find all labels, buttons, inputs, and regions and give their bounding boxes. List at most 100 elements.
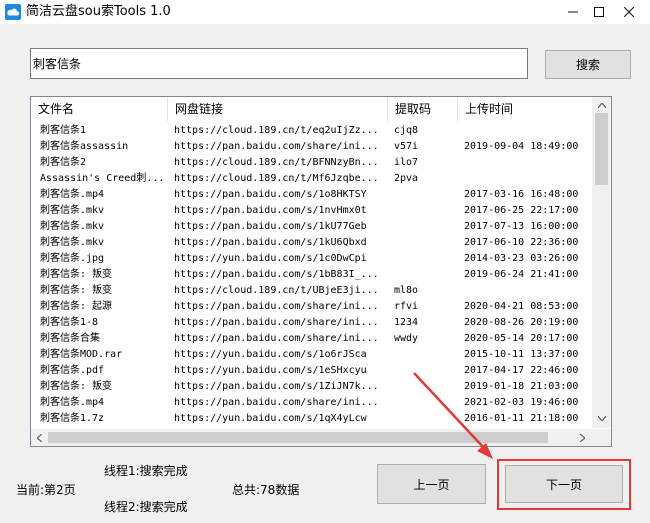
cell-link: https://pan.baidu.com/share/ini... xyxy=(174,317,379,328)
cell-filename: 刺客信条: 起源 xyxy=(40,301,113,312)
column-header-code[interactable]: 提取码 xyxy=(388,97,458,121)
cell-time: 2019-01-18 21:03:00 xyxy=(464,381,579,392)
cell-time: 2017-04-17 22:46:00 xyxy=(464,365,579,376)
table-row[interactable]: 刺客信条1 https://cloud.189.cn/t/eq2uIjZz... c… xyxy=(31,123,592,139)
cell-link: https://pan.baidu.com/s/1kU77Geb xyxy=(174,221,367,232)
vertical-scroll-thumb[interactable] xyxy=(595,113,608,185)
cell-link: https://cloud.189.cn/t/UBjeE3ji... xyxy=(174,285,379,296)
cell-code: ilo7 xyxy=(394,157,419,168)
cell-time: 2015-10-11 13:37:00 xyxy=(464,349,579,360)
cell-filename: 刺客信条1-8 xyxy=(40,317,99,328)
scroll-up-icon[interactable] xyxy=(593,97,610,114)
cell-filename: 刺客信条.mp4 xyxy=(40,397,105,408)
cell-time: 2020-04-21 08:53:00 xyxy=(464,301,579,312)
cell-code xyxy=(388,379,458,395)
cell-time: 2019-09-04 18:49:00 xyxy=(464,141,579,152)
cell-filename: 刺客信条.jpg xyxy=(40,253,105,264)
current-page-label: 当前:第2页 xyxy=(16,483,76,497)
table-row[interactable]: 刺客信条.pdf https://yun.baidu.com/s/1eSHxcyu… xyxy=(31,363,592,379)
cell-code xyxy=(388,347,458,363)
cell-time xyxy=(458,283,592,299)
cell-link: https://yun.baidu.com/s/1c0DwCpi xyxy=(174,253,367,264)
table-row[interactable]: 刺客信条1-8 https://pan.baidu.com/share/ini..… xyxy=(31,315,592,331)
cell-link: https://pan.baidu.com/share/ini... xyxy=(174,301,379,312)
horizontal-scrollbar[interactable] xyxy=(31,429,592,446)
cell-filename: 刺客信条: 叛变 xyxy=(40,381,113,392)
cell-time: 2016-01-11 21:18:00 xyxy=(464,413,579,424)
cell-code: 1234 xyxy=(394,317,419,328)
cell-link: https://pan.baidu.com/s/1ZiJN7k... xyxy=(174,381,379,392)
table-body: 刺客信条1 https://cloud.189.cn/t/eq2uIjZz... c… xyxy=(31,123,592,426)
table-row[interactable]: 刺客信条.mkv https://pan.baidu.com/s/1kU77Geb… xyxy=(31,219,592,235)
cell-filename: 刺客信条2 xyxy=(40,157,87,168)
cell-code xyxy=(388,411,458,426)
search-input[interactable] xyxy=(30,48,528,79)
cell-time: 2017-03-16 16:48:00 xyxy=(464,189,579,200)
thread1-status: 线程1:搜索完成 xyxy=(104,464,188,478)
table-row[interactable]: 刺客信条: 叛变 https://pan.baidu.com/s/1ZiJN7k.… xyxy=(31,379,592,395)
cell-link: https://pan.baidu.com/share/ini... xyxy=(174,333,379,344)
cell-code xyxy=(388,251,458,267)
horizontal-scroll-thumb[interactable] xyxy=(48,432,548,443)
cell-time xyxy=(458,155,592,171)
highlight-box xyxy=(497,459,631,510)
cell-time xyxy=(458,171,592,187)
cell-code: 2pva xyxy=(394,173,419,184)
table-row[interactable]: 刺客信条: 起源 https://pan.baidu.com/share/ini.… xyxy=(31,299,592,315)
cell-link: https://yun.baidu.com/s/1o6rJSca xyxy=(174,349,367,360)
prev-page-button[interactable]: 上一页 xyxy=(377,464,486,504)
cell-code: rfvi xyxy=(394,301,419,312)
cell-link: https://pan.baidu.com/s/1o8HKTSY xyxy=(174,189,367,200)
maximize-icon[interactable] xyxy=(582,0,616,24)
scroll-down-icon[interactable] xyxy=(593,410,610,427)
table-row[interactable]: Assassin's Creed刺... https://cloud.189.cn… xyxy=(31,171,592,187)
table-row[interactable]: 刺客信条合集 https://pan.baidu.com/share/ini...… xyxy=(31,331,592,347)
cell-link: https://pan.baidu.com/share/ini... xyxy=(174,397,379,408)
table-row[interactable]: 刺客信条1.7z https://yun.baidu.com/s/1qX4yLcw… xyxy=(31,411,592,426)
cell-link: https://cloud.189.cn/t/Mf6Jzqbe... xyxy=(174,173,379,184)
results-table[interactable]: 文件名 网盘链接 提取码 上传时间 刺客信条1 https://cloud.189… xyxy=(30,96,612,447)
cell-filename: 刺客信条.pdf xyxy=(40,365,105,376)
column-header-link[interactable]: 网盘链接 xyxy=(168,97,388,121)
cell-link: https://pan.baidu.com/s/1bB83I_... xyxy=(174,269,379,280)
column-header-filename[interactable]: 文件名 xyxy=(31,97,168,121)
cell-time: 2014-03-23 03:26:00 xyxy=(464,253,579,264)
vertical-scrollbar[interactable] xyxy=(592,97,611,428)
search-button[interactable]: 搜索 xyxy=(545,50,631,79)
table-row[interactable]: 刺客信条assassin https://pan.baidu.com/share/… xyxy=(31,139,592,155)
cell-filename: 刺客信条: 叛变 xyxy=(40,269,113,280)
cell-code: ml8o xyxy=(394,285,419,296)
cell-code xyxy=(388,235,458,251)
cell-filename: Assassin's Creed刺... xyxy=(40,173,165,184)
cell-filename: 刺客信条.mkv xyxy=(40,237,105,248)
cell-link: https://pan.baidu.com/s/1kU6Qbxd xyxy=(174,237,367,248)
cell-link: https://pan.baidu.com/share/ini... xyxy=(174,141,379,152)
cell-time: 2021-02-03 19:46:00 xyxy=(464,397,579,408)
scroll-right-icon[interactable] xyxy=(574,429,591,446)
column-header-time[interactable]: 上传时间 xyxy=(458,97,611,121)
cell-code: cjq8 xyxy=(394,125,419,136)
table-row[interactable]: 刺客信条: 叛变 https://pan.baidu.com/s/1bB83I_.… xyxy=(31,267,592,283)
cell-filename: 刺客信条.mkv xyxy=(40,221,105,232)
cell-filename: 刺客信条1.7z xyxy=(40,413,105,424)
table-row[interactable]: 刺客信条.mp4 https://pan.baidu.com/s/1o8HKTSY… xyxy=(31,187,592,203)
table-row[interactable]: 刺客信条.jpg https://yun.baidu.com/s/1c0DwCpi… xyxy=(31,251,592,267)
cell-time xyxy=(458,123,592,139)
thread2-status: 线程2:搜索完成 xyxy=(104,500,188,514)
table-row[interactable]: 刺客信条.mp4 https://pan.baidu.com/share/ini.… xyxy=(31,395,592,411)
cell-time: 2017-06-10 22:36:00 xyxy=(464,237,579,248)
table-row[interactable]: 刺客信条2 https://cloud.189.cn/t/BFNNzyBn... i… xyxy=(31,155,592,171)
scroll-left-icon[interactable] xyxy=(31,429,48,446)
cell-link: https://cloud.189.cn/t/eq2uIjZz... xyxy=(174,125,379,136)
table-header: 文件名 网盘链接 提取码 上传时间 xyxy=(31,97,611,121)
cell-code xyxy=(388,203,458,219)
cloud-icon xyxy=(4,3,22,21)
table-row[interactable]: 刺客信条MOD.rar https://yun.baidu.com/s/1o6rJ… xyxy=(31,347,592,363)
table-row[interactable]: 刺客信条.mkv https://pan.baidu.com/s/1nvHmx0t… xyxy=(31,203,592,219)
table-row[interactable]: 刺客信条.mkv https://pan.baidu.com/s/1kU6Qbxd… xyxy=(31,235,592,251)
cell-time: 2019-06-24 21:41:00 xyxy=(464,269,579,280)
close-icon[interactable] xyxy=(612,0,646,24)
table-row[interactable]: 刺客信条: 叛变 https://cloud.189.cn/t/UBjeE3ji.… xyxy=(31,283,592,299)
cell-filename: 刺客信条.mp4 xyxy=(40,189,105,200)
cell-code xyxy=(388,219,458,235)
